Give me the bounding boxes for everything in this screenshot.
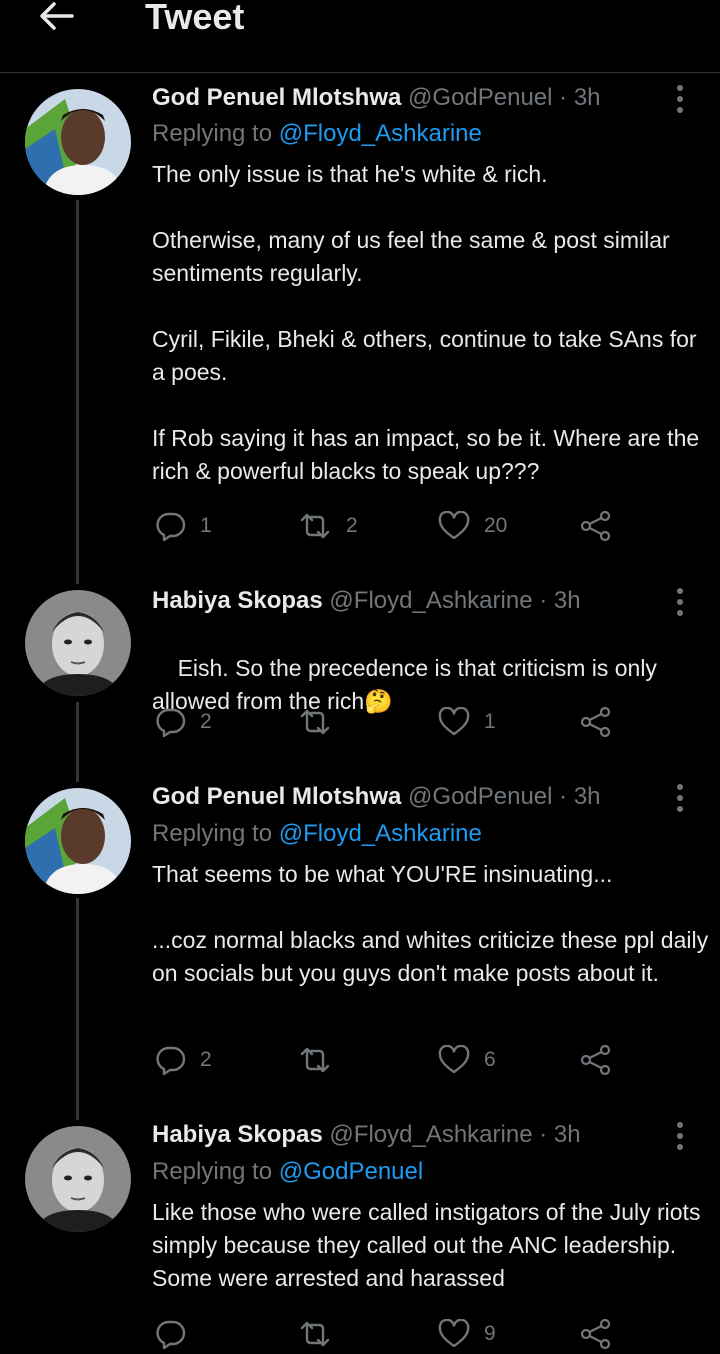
more-options-icon[interactable] [669, 783, 691, 813]
reply-count: 2 [200, 1048, 212, 1071]
retweet-icon [300, 709, 330, 735]
avatar[interactable] [25, 590, 131, 696]
reply-button[interactable]: 1 [156, 506, 212, 546]
author-name[interactable]: Habiya Skopas [152, 587, 323, 614]
reply-icon [156, 1320, 186, 1349]
replying-to: Replying to @Floyd_Ashkarine [152, 120, 482, 148]
tweet-header: God Penuel Mlotshwa @GodPenuel · 3h [152, 783, 601, 811]
like-count: 9 [484, 1322, 496, 1345]
app-header: Tweet [0, 0, 720, 73]
author-handle[interactable]: @GodPenuel [408, 84, 552, 111]
retweet-icon [300, 513, 330, 539]
reply-icon [156, 708, 186, 737]
timestamp: · 3h [539, 1121, 581, 1148]
replying-to: Replying to @GodPenuel [152, 1158, 423, 1186]
avatar[interactable] [25, 1126, 131, 1232]
page-title: Tweet [145, 0, 245, 37]
retweet-button[interactable] [298, 1314, 332, 1354]
like-button[interactable]: 9 [438, 1314, 496, 1354]
retweet-button[interactable] [298, 702, 346, 742]
back-arrow-icon[interactable] [34, 0, 78, 40]
heart-icon [438, 1319, 470, 1348]
timestamp: · 3h [539, 587, 581, 614]
replying-to-label: Replying to [152, 820, 279, 847]
share-icon [580, 510, 611, 542]
replying-to-link[interactable]: @Floyd_Ashkarine [279, 820, 482, 847]
retweet-button[interactable] [298, 1040, 346, 1080]
retweet-icon [300, 1321, 330, 1347]
tweet[interactable]: Habiya Skopas @Floyd_Ashkarine · 3h Eish… [0, 582, 720, 778]
replying-to: Replying to @Floyd_Ashkarine [152, 820, 482, 848]
reply-icon [156, 1046, 186, 1075]
author-name[interactable]: Habiya Skopas [152, 1121, 323, 1148]
tweet-header: Habiya Skopas @Floyd_Ashkarine · 3h [152, 587, 581, 615]
timestamp: · 3h [559, 783, 601, 810]
avatar[interactable] [25, 788, 131, 894]
tweet-actions: 9 [152, 1314, 622, 1354]
author-handle[interactable]: @GodPenuel [408, 783, 552, 810]
like-count: 20 [484, 514, 508, 537]
author-name[interactable]: God Penuel Mlotshwa [152, 84, 401, 111]
reply-count: 2 [200, 710, 212, 733]
replying-to-link[interactable]: @GodPenuel [279, 1158, 423, 1185]
more-options-icon[interactable] [669, 1121, 691, 1151]
tweet-header: Habiya Skopas @Floyd_Ashkarine · 3h [152, 1121, 581, 1149]
tweet-actions: 1 2 20 [152, 506, 622, 546]
share-icon [580, 706, 611, 738]
more-options-icon[interactable] [669, 84, 691, 114]
tweet[interactable]: God Penuel Mlotshwa @GodPenuel · 3h Repl… [0, 778, 720, 1118]
tweet-text: The only issue is that he's white & rich… [152, 161, 700, 484]
tweet-actions: 2 6 [152, 1040, 622, 1080]
author-name[interactable]: God Penuel Mlotshwa [152, 783, 401, 810]
share-button[interactable] [580, 702, 612, 742]
timestamp: · 3h [559, 84, 601, 111]
like-count: 6 [484, 1048, 496, 1071]
reply-button[interactable]: 2 [156, 1040, 212, 1080]
share-button[interactable] [580, 1040, 612, 1080]
retweet-count: 2 [346, 514, 358, 537]
tweet[interactable]: Habiya Skopas @Floyd_Ashkarine · 3h Repl… [0, 1116, 720, 1350]
tweet-header: God Penuel Mlotshwa @GodPenuel · 3h [152, 84, 601, 112]
like-button[interactable]: 6 [438, 1040, 496, 1080]
reply-button[interactable] [156, 1314, 186, 1354]
reply-icon [156, 512, 186, 541]
share-icon [580, 1044, 611, 1076]
reply-button[interactable]: 2 [156, 702, 212, 742]
replying-to-link[interactable]: @Floyd_Ashkarine [279, 120, 482, 147]
tweet-text: Like those who were called instigators o… [152, 1199, 707, 1291]
share-icon [580, 1318, 611, 1350]
reply-count: 1 [200, 514, 212, 537]
more-options-icon[interactable] [669, 587, 691, 617]
replying-to-label: Replying to [152, 1158, 279, 1185]
avatar[interactable] [25, 89, 131, 195]
heart-icon [438, 1045, 470, 1074]
like-count: 1 [484, 710, 496, 733]
like-button[interactable]: 20 [438, 506, 507, 546]
heart-icon [438, 707, 470, 736]
author-handle[interactable]: @Floyd_Ashkarine [329, 1121, 532, 1148]
like-button[interactable]: 1 [438, 702, 496, 742]
tweet[interactable]: God Penuel Mlotshwa @GodPenuel · 3h Repl… [0, 72, 720, 582]
share-button[interactable] [580, 506, 612, 546]
tweet-text: That seems to be what YOU'RE insinuating… [152, 861, 709, 986]
replying-to-label: Replying to [152, 120, 279, 147]
tweet-actions: 2 1 [152, 702, 622, 742]
share-button[interactable] [580, 1314, 612, 1354]
retweet-icon [300, 1047, 330, 1073]
heart-icon [438, 511, 470, 540]
retweet-button[interactable]: 2 [298, 506, 358, 546]
author-handle[interactable]: @Floyd_Ashkarine [329, 587, 532, 614]
